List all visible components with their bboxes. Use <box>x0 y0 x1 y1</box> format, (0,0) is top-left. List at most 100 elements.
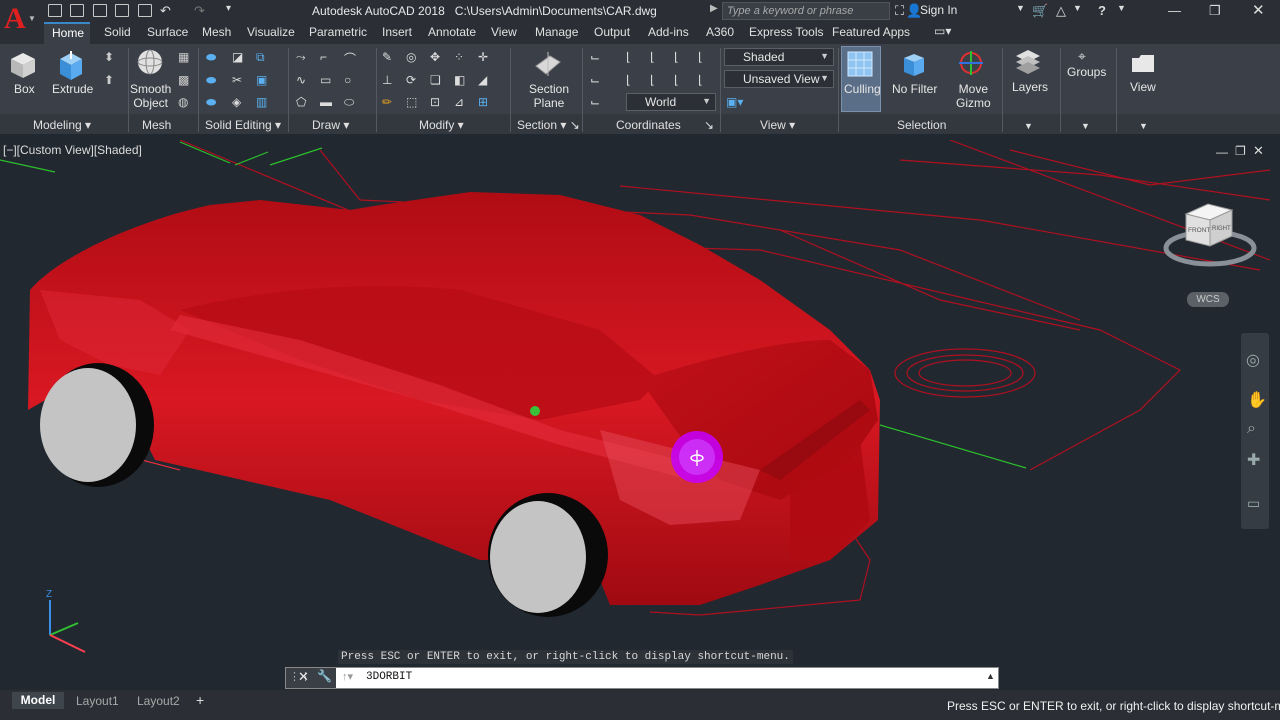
viewport-controls-label[interactable]: [−][Custom View][Shaded] <box>3 143 142 157</box>
viewport-minimize-icon[interactable]: — <box>1216 145 1228 159</box>
mesh-box-icon[interactable]: ▦ <box>178 50 194 64</box>
ucs-zaxis-icon[interactable]: ⌊ <box>698 73 714 87</box>
maximize-icon[interactable]: ❐ <box>1209 3 1221 19</box>
arc-icon[interactable]: ⌒ <box>344 50 360 66</box>
view-panel-button[interactable]: View <box>1130 80 1156 94</box>
tab-home[interactable]: Home <box>44 22 90 44</box>
cart-icon[interactable]: 🛒 <box>1032 3 1048 19</box>
new-file-icon[interactable] <box>48 4 62 17</box>
tab-add-ins[interactable]: Add-ins <box>648 25 689 39</box>
tab-surface[interactable]: Surface <box>147 25 188 39</box>
tab-layout2[interactable]: Layout2 <box>137 694 180 708</box>
view-panel-icon[interactable] <box>1130 52 1156 74</box>
orbit-icon[interactable]: ✚ <box>1247 450 1260 470</box>
region-icon[interactable]: ▬ <box>320 95 336 109</box>
add-layout-icon[interactable]: + <box>196 692 204 708</box>
zoom-icon[interactable]: ⌕ <box>1247 420 1256 438</box>
search-input[interactable]: Type a keyword or phrase <box>722 2 890 20</box>
close-icon[interactable]: ✕ <box>1252 1 1265 19</box>
tab-featured-apps[interactable]: Featured Apps <box>832 25 910 39</box>
panel-view-label[interactable]: View ▾ <box>760 118 795 132</box>
binoculars-icon[interactable]: ⛶ <box>895 3 904 19</box>
plot-icon[interactable] <box>138 4 152 17</box>
polyline-icon[interactable]: ⌐ <box>320 50 336 64</box>
extract-edges-icon[interactable]: ⧉ <box>256 50 272 64</box>
command-input[interactable]: 3DORBIT <box>366 671 412 683</box>
smooth-object-icon[interactable] <box>136 48 164 76</box>
ucs-origin-icon[interactable]: ⌊ <box>626 50 642 64</box>
align-icon[interactable]: ⊡ <box>430 95 446 109</box>
slice-icon[interactable]: ✂ <box>232 73 248 87</box>
groups-icon[interactable]: ⌖ <box>1078 48 1094 64</box>
tab-parametric[interactable]: Parametric <box>309 25 367 39</box>
groups-button[interactable]: Groups <box>1067 65 1106 79</box>
tab-mesh[interactable]: Mesh <box>202 25 231 39</box>
viewport-restore-icon[interactable]: ❐ <box>1235 144 1246 158</box>
undo-icon[interactable]: ↶ <box>160 3 171 19</box>
ucs-select[interactable]: World ▼ <box>626 93 716 111</box>
viewport-close-icon[interactable]: ✕ <box>1253 143 1264 159</box>
viewcube-icon[interactable]: FRONT RIGHT <box>1160 196 1260 272</box>
tab-layout1[interactable]: Layout1 <box>76 694 119 708</box>
help-icon[interactable]: ? <box>1098 3 1106 18</box>
subtract-icon[interactable]: ⬬ <box>206 73 222 87</box>
intersect-icon[interactable]: ⬬ <box>206 95 222 109</box>
customize-wrench-icon[interactable]: 🔧 <box>317 669 332 683</box>
move-gizmo-icon[interactable] <box>956 48 986 78</box>
command-line[interactable]: ⋮⋮ ✕ 🔧 ↑▾ 3DORBIT ▲ <box>285 667 999 689</box>
drawing-viewport[interactable]: Z <box>0 140 1280 688</box>
ucs-3point-icon[interactable]: ⌊ <box>674 73 690 87</box>
minimize-icon[interactable]: — <box>1168 3 1181 18</box>
circle-icon[interactable]: ○ <box>344 73 360 87</box>
wcs-menu-button[interactable]: WCS <box>1187 292 1229 307</box>
rectangle-icon[interactable]: ▭ <box>320 73 336 87</box>
no-filter-icon[interactable] <box>900 52 928 78</box>
application-menu-button[interactable]: A ▼ <box>0 0 38 44</box>
saved-view-select[interactable]: Unsaved View ▼ <box>724 70 834 88</box>
extrude-button[interactable]: Extrude <box>52 82 93 96</box>
save-as-icon[interactable] <box>115 4 129 17</box>
quick-access-dropdown-icon[interactable]: ▾ <box>226 3 231 14</box>
sign-in-button[interactable]: Sign In <box>920 3 957 17</box>
copy-icon[interactable]: ❏ <box>430 73 446 87</box>
array-icon[interactable]: ⁘ <box>454 50 470 64</box>
rotate-icon[interactable]: ⟳ <box>406 73 422 87</box>
pan-hand-icon[interactable]: ✋ <box>1247 390 1267 410</box>
thicken-icon[interactable]: ◈ <box>232 95 248 109</box>
steering-wheel-icon[interactable]: ◎ <box>1246 350 1260 370</box>
tab-model[interactable]: Model <box>12 692 64 709</box>
box-icon[interactable] <box>8 50 38 80</box>
command-history-toggle-icon[interactable]: ▲ <box>986 671 995 681</box>
extrude-faces-icon[interactable]: ▣ <box>256 73 272 87</box>
union-icon[interactable]: ⬬ <box>206 50 222 64</box>
tab-view[interactable]: View <box>491 25 517 39</box>
tab-solid[interactable]: Solid <box>104 25 131 39</box>
stretch-icon[interactable]: ◧ <box>454 73 470 87</box>
tab-a360[interactable]: A360 <box>706 25 734 39</box>
chevron-down-icon[interactable]: ▼ <box>1117 3 1126 13</box>
ucs-view-icon[interactable]: ⌊ <box>626 73 642 87</box>
tab-output[interactable]: Output <box>594 25 630 39</box>
extrude-icon[interactable] <box>56 50 86 82</box>
groups-expand-icon[interactable]: ▼ <box>1081 121 1090 131</box>
panel-coordinates-label[interactable]: Coordinates ↘ <box>616 118 714 132</box>
layers-expand-icon[interactable]: ▼ <box>1024 121 1033 131</box>
panel-modeling-label[interactable]: Modeling ▾ <box>33 118 91 132</box>
panel-mesh-label[interactable]: Mesh <box>142 118 171 132</box>
scale-icon[interactable]: ◢ <box>478 73 494 87</box>
layers-button[interactable]: Layers <box>1012 80 1048 94</box>
spline-icon[interactable]: ∿ <box>296 73 312 87</box>
ribbon-toggle-icon[interactable]: ▭▾ <box>934 24 951 38</box>
offset-icon[interactable]: ◎ <box>406 50 422 64</box>
close-command-line-icon[interactable]: ✕ <box>298 669 309 685</box>
tab-visualize[interactable]: Visualize <box>247 25 295 39</box>
recent-commands-icon[interactable]: ↑▾ <box>342 670 353 683</box>
ucs-face-icon[interactable]: ⌙ <box>590 73 606 87</box>
ucs-y-icon[interactable]: ⌊ <box>674 50 690 64</box>
no-filter-button[interactable]: No Filter <box>892 82 937 96</box>
section-plane-icon[interactable] <box>534 52 562 78</box>
section-plane-button[interactable]: Section Plane <box>529 82 569 110</box>
3d-array-icon[interactable]: ⊞ <box>478 95 494 109</box>
connect-icon[interactable]: △ <box>1056 3 1066 19</box>
separate-icon[interactable]: ▥ <box>256 95 272 109</box>
